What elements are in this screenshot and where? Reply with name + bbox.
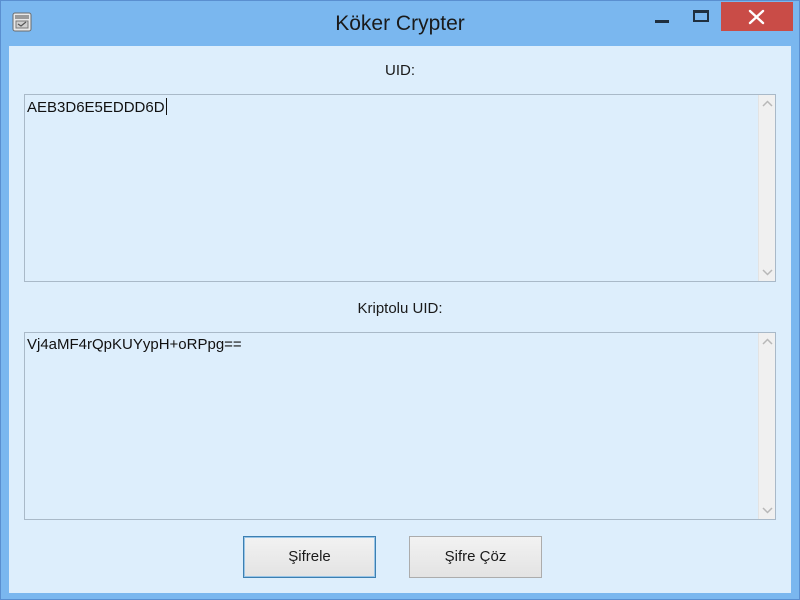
uid-textbox[interactable]: AEB3D6E5EDDD6D xyxy=(24,94,776,282)
close-button[interactable] xyxy=(721,2,793,31)
decrypt-button[interactable]: Şifre Çöz xyxy=(409,536,542,578)
maximize-icon xyxy=(693,10,709,22)
scroll-down-arrow-icon[interactable] xyxy=(760,502,775,519)
encrypt-button[interactable]: Şifrele xyxy=(243,536,376,578)
app-window: Köker Crypter UID: AEB3D6E5EDDD6D Kripto… xyxy=(0,0,800,600)
text-caret xyxy=(165,98,167,115)
uid-text: AEB3D6E5EDDD6D xyxy=(27,99,165,116)
maximize-button[interactable] xyxy=(685,3,719,31)
encrypted-uid-text: Vj4aMF4rQpKUYypH+oRPpg== xyxy=(27,336,242,353)
uid-label: UID: xyxy=(385,62,415,79)
scroll-up-arrow-icon[interactable] xyxy=(760,95,775,112)
encrypted-uid-textbox[interactable]: Vj4aMF4rQpKUYypH+oRPpg== xyxy=(24,332,776,520)
minimize-button[interactable] xyxy=(641,3,683,31)
close-icon xyxy=(748,9,765,25)
minimize-icon xyxy=(655,20,669,23)
encrypted-uid-scrollbar[interactable] xyxy=(758,333,775,519)
title-bar[interactable]: Köker Crypter xyxy=(1,1,799,46)
uid-scrollbar[interactable] xyxy=(758,95,775,281)
scroll-up-arrow-icon[interactable] xyxy=(760,333,775,350)
client-area: UID: AEB3D6E5EDDD6D Kriptolu UID: Vj4aMF… xyxy=(9,46,791,593)
encrypted-uid-label: Kriptolu UID: xyxy=(357,300,443,317)
scroll-down-arrow-icon[interactable] xyxy=(760,264,775,281)
